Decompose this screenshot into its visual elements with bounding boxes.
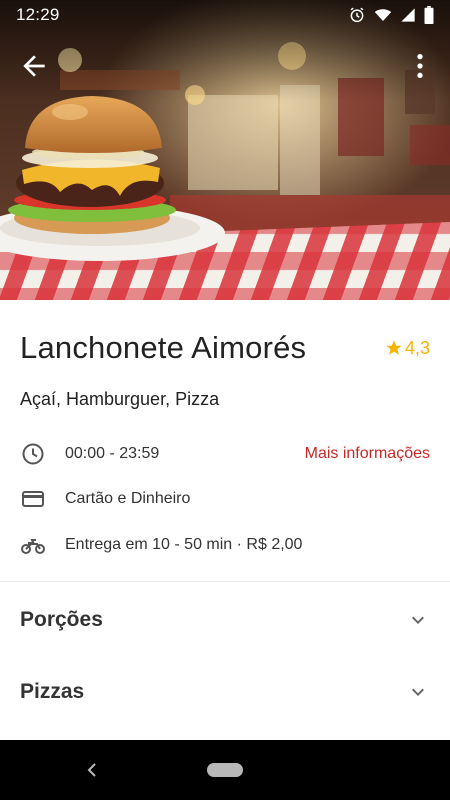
rating-badge: 4,3 [385,338,430,359]
cuisine-list: Açaí, Hamburguer, Pizza [20,389,220,409]
title-row: Lanchonete Aimorés 4,3 [20,330,430,366]
delivery-info: Entrega em 10 - 50 min · R$ 2,00 [65,536,303,553]
more-vert-icon [417,54,423,78]
motorcycle-icon [20,532,46,558]
rating-value: 4,3 [404,337,430,358]
credit-card-icon [20,486,46,512]
chevron-down-icon [412,616,424,624]
chevron-down-icon [412,688,424,696]
menu-category-porcoes[interactable]: Porções [0,588,450,652]
category-label: Porções [20,608,103,631]
opening-hours: 00:00 - 23:59 [65,445,160,462]
payment-row: Cartão e Dinheiro [20,484,430,514]
app-bar [0,44,450,88]
back-button[interactable] [18,50,50,82]
nav-home-pill[interactable] [207,763,243,777]
nav-back-icon[interactable] [82,760,102,780]
clock-icon [20,441,46,467]
status-bar: 12:29 [0,0,450,30]
section-divider [0,581,450,582]
wifi-icon [374,6,392,24]
restaurant-name: Lanchonete Aimorés [20,330,307,365]
payment-methods: Cartão e Dinheiro [65,490,191,507]
status-icons [348,6,434,24]
category-label: Pizzas [20,680,85,703]
signal-icon [400,6,416,24]
arrow-back-icon [23,55,45,77]
more-options-button[interactable] [404,50,436,82]
alarm-icon [348,6,366,24]
hours-row: 00:00 - 23:59 Mais informações [20,439,430,469]
system-nav-bar [0,740,450,800]
menu-category-pizzas[interactable]: Pizzas [0,660,450,724]
star-icon [386,340,402,355]
status-time: 12:29 [16,5,60,24]
battery-icon [424,6,434,24]
more-info-link[interactable]: Mais informações [305,445,430,463]
delivery-row: Entrega em 10 - 50 min · R$ 2,00 [20,530,430,560]
